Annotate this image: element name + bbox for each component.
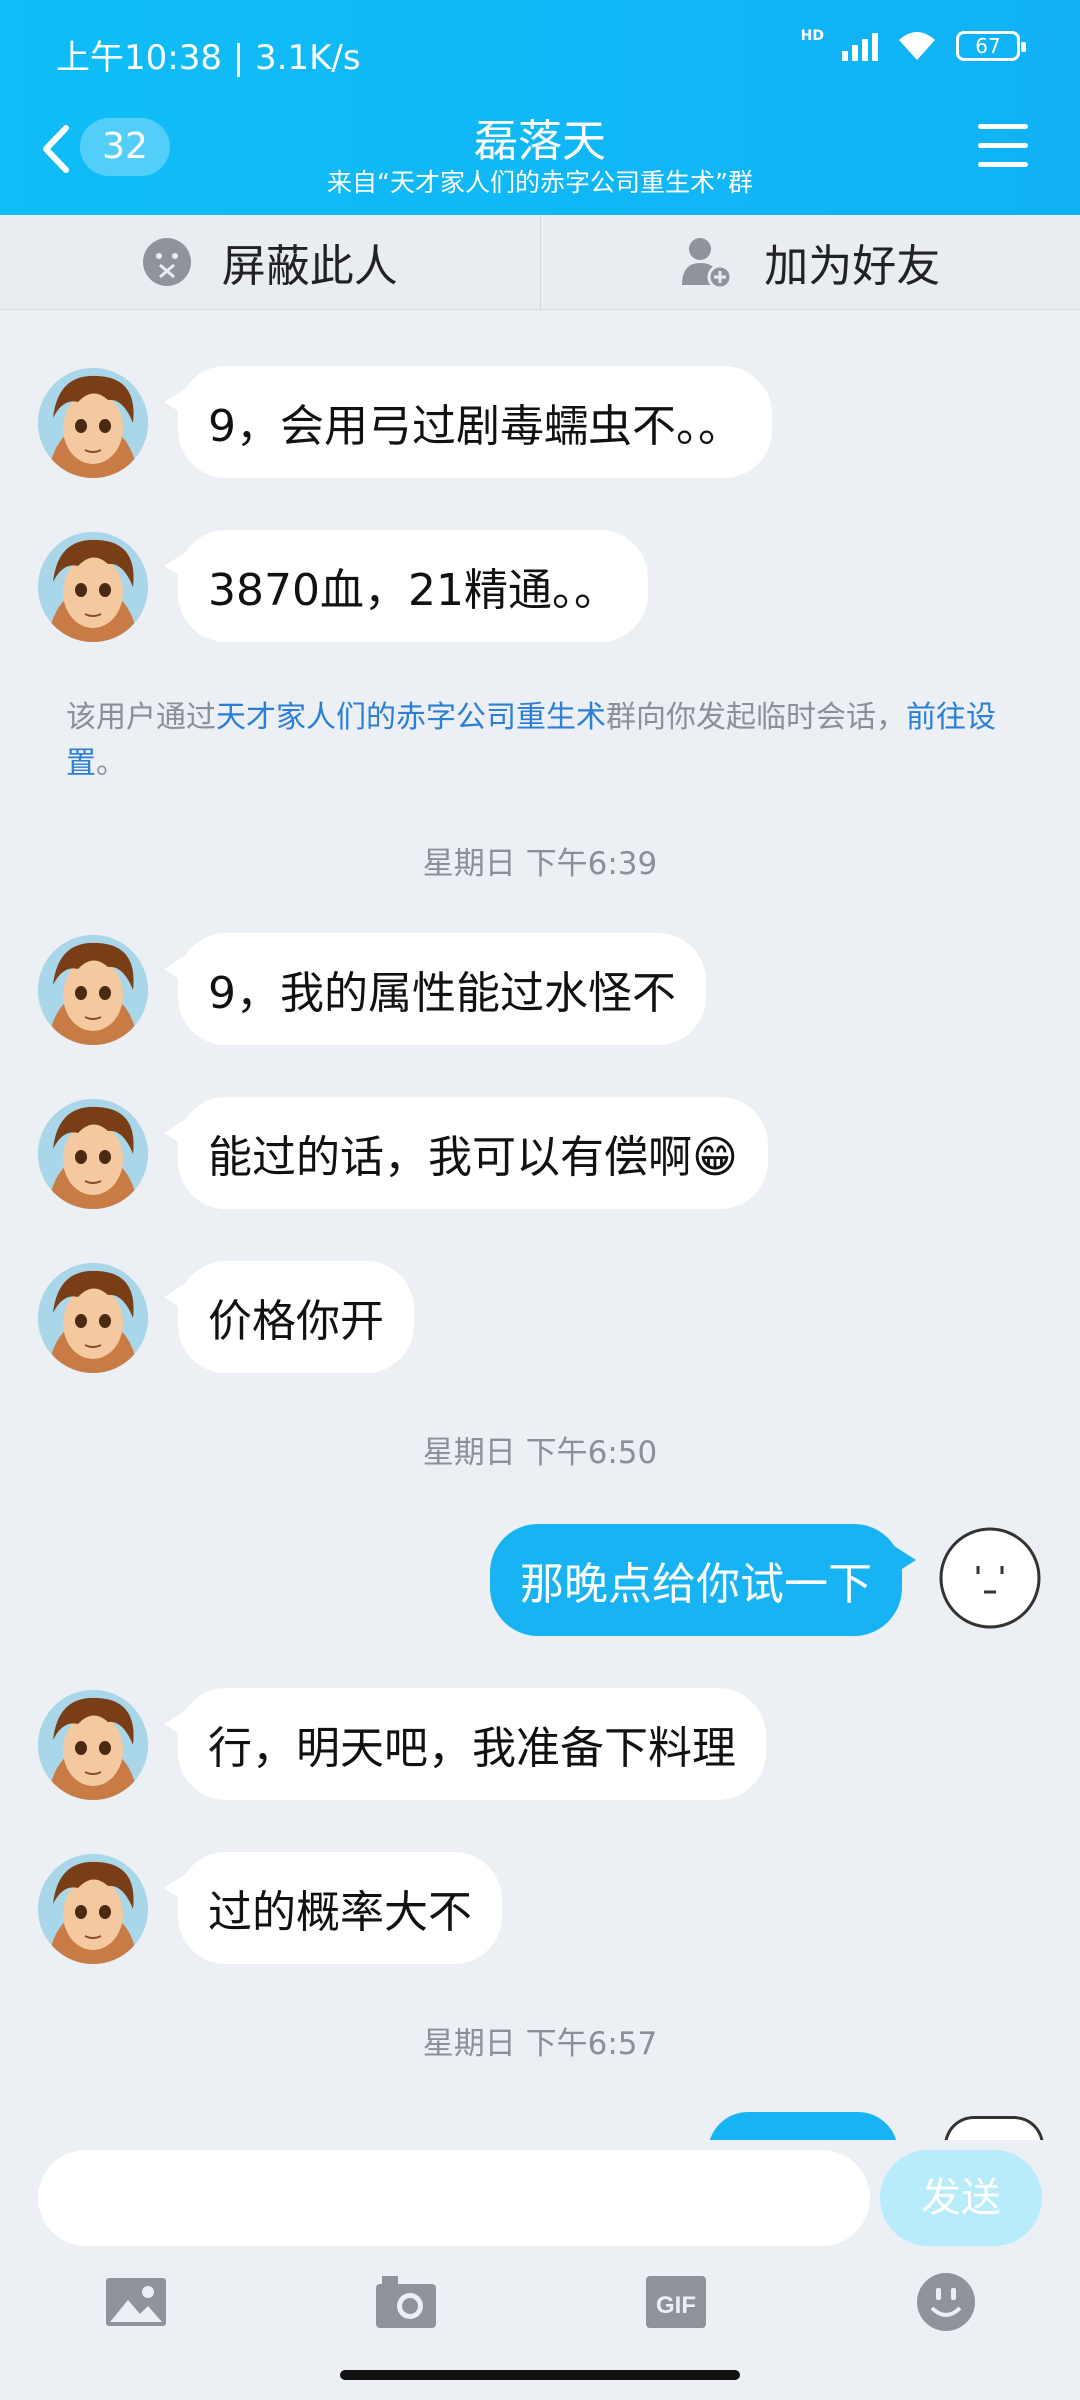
message-bubble[interactable]: 行，明天吧，我准备下料理 [164, 1688, 766, 1800]
timestamp: 星期日 下午6:39 [422, 846, 658, 882]
block-user-label: 屏蔽此人 [221, 241, 398, 292]
sender-avatar[interactable] [38, 1690, 148, 1800]
menu-icon[interactable] [978, 124, 1028, 170]
message-input[interactable] [38, 2150, 870, 2246]
message-bubble[interactable]: 3870血，21精通。。 [164, 530, 648, 642]
status-icons: HD 67 [800, 28, 1026, 62]
chat-header: 上午10:38 | 3.1K/s HD 67 32 磊落天 来自“天才家人们的赤… [0, 0, 1080, 215]
my-message-bubble[interactable]: 那晚点给你试一下 [490, 1524, 916, 1636]
emoji-icon[interactable] [914, 2270, 978, 2334]
battery-level: 67 [975, 34, 1001, 58]
add-friend-icon [682, 238, 733, 289]
my-avatar[interactable] [938, 1526, 1042, 1630]
sender-avatar[interactable] [38, 1263, 148, 1373]
camera-icon[interactable] [374, 2270, 438, 2334]
timestamp: 星期日 下午6:57 [422, 2026, 658, 2062]
sender-avatar[interactable] [38, 532, 148, 642]
battery-icon: 67 [956, 31, 1026, 61]
image-icon[interactable] [104, 2270, 168, 2334]
message-bubble[interactable]: 价格你开 [164, 1261, 414, 1373]
sender-avatar[interactable] [38, 1099, 148, 1209]
sender-avatar[interactable] [38, 935, 148, 1045]
block-user-button[interactable]: 屏蔽此人 [0, 215, 541, 309]
group-link[interactable]: 天才家人们的赤字公司重生术 [216, 700, 606, 735]
message-bubble[interactable]: 过的概率大不 [164, 1852, 502, 1964]
notice-prefix: 该用户通过 [66, 700, 216, 735]
chat-subtitle: 来自“天才家人们的赤字公司重生术”群 [327, 168, 753, 197]
signal-icon [842, 31, 878, 61]
svg-text:GIF: GIF [656, 2292, 696, 2319]
home-indicator[interactable] [340, 2370, 740, 2380]
add-friend-button[interactable]: 加为好友 [541, 215, 1080, 309]
timestamp: 星期日 下午6:50 [422, 1435, 658, 1471]
send-button[interactable]: 发送 [880, 2150, 1042, 2246]
sender-avatar[interactable] [38, 1854, 148, 1964]
message-bubble[interactable]: 能过的话，我可以有偿啊😁 [164, 1097, 768, 1209]
add-friend-label: 加为好友 [764, 241, 941, 292]
message-bubble[interactable]: 9，我的属性能过水怪不 [164, 933, 706, 1045]
chat-title: 磊落天 [474, 116, 606, 167]
sender-avatar[interactable] [38, 368, 148, 478]
wifi-icon [899, 32, 935, 60]
input-bar: 发送 GIF [0, 2140, 1080, 2400]
notice-suffix: 。 [96, 746, 126, 781]
hd-indicator: HD [800, 28, 824, 44]
message-bubble[interactable]: 9，会用弓过剧毒蠕虫不。。 [164, 366, 772, 478]
stranger-action-bar: 屏蔽此人 加为好友 [0, 215, 1080, 310]
temp-session-notice: 该用户通过天才家人们的赤字公司重生术群向你发起临时会话，前往设置。 [66, 695, 1006, 787]
gif-icon[interactable]: GIF [644, 2270, 708, 2334]
status-time: 上午10:38 | 3.1K/s [56, 38, 361, 78]
block-icon [142, 238, 191, 286]
notice-middle: 群向你发起临时会话， [606, 700, 906, 735]
